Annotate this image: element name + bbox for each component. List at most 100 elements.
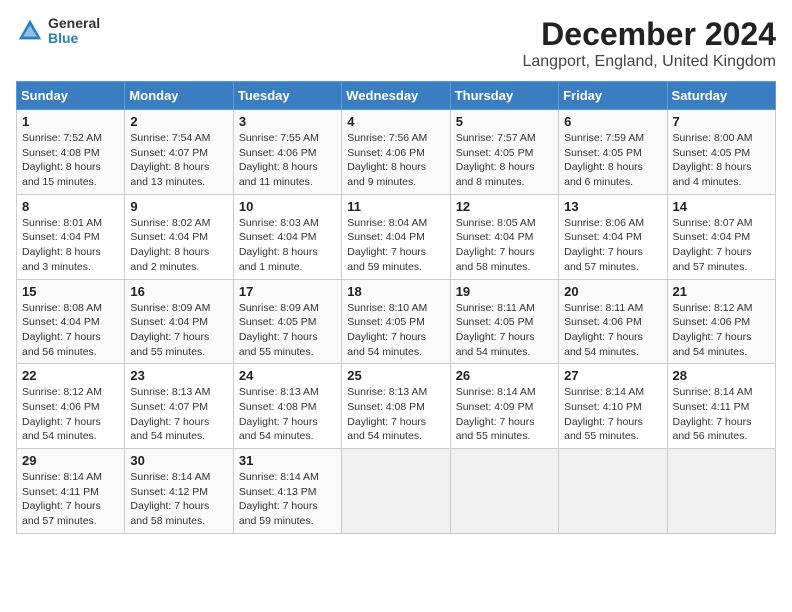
day-info: Sunrise: 8:13 AMSunset: 4:08 PMDaylight:…	[347, 385, 444, 444]
day-info: Sunrise: 7:55 AMSunset: 4:06 PMDaylight:…	[239, 131, 336, 190]
dow-header: Monday	[125, 82, 233, 110]
calendar-cell: 4 Sunrise: 7:56 AMSunset: 4:06 PMDaylight…	[342, 110, 450, 195]
day-info: Sunrise: 8:05 AMSunset: 4:04 PMDaylight:…	[456, 216, 553, 275]
page-subtitle: Langport, England, United Kingdom	[522, 53, 776, 71]
calendar-cell: 11 Sunrise: 8:04 AMSunset: 4:04 PMDayligh…	[342, 194, 450, 279]
day-number: 28	[673, 368, 770, 383]
calendar-week-row: 1 Sunrise: 7:52 AMSunset: 4:08 PMDaylight…	[17, 110, 776, 195]
calendar-cell: 7Sunrise: 8:00 AMSunset: 4:05 PMDaylight…	[667, 110, 775, 195]
title-block: December 2024 Langport, England, United …	[522, 16, 776, 71]
calendar-cell: 19Sunrise: 8:11 AMSunset: 4:05 PMDayligh…	[450, 279, 558, 364]
calendar-cell: 2Sunrise: 7:54 AMSunset: 4:07 PMDaylight…	[125, 110, 233, 195]
calendar-cell: 20 Sunrise: 8:11 AMSunset: 4:06 PMDayligh…	[559, 279, 667, 364]
day-number: 14	[673, 199, 770, 214]
dow-header: Saturday	[667, 82, 775, 110]
calendar-cell: 9 Sunrise: 8:02 AMSunset: 4:04 PMDaylight…	[125, 194, 233, 279]
day-info: Sunrise: 8:01 AMSunset: 4:04 PMDaylight:…	[22, 216, 119, 275]
day-number: 20	[564, 284, 661, 299]
day-info: Sunrise: 8:13 AMSunset: 4:07 PMDaylight:…	[130, 385, 227, 444]
calendar-table: SundayMondayTuesdayWednesdayThursdayFrid…	[16, 81, 776, 534]
day-info: Sunrise: 8:12 AMSunset: 4:06 PMDaylight:…	[673, 301, 770, 360]
day-info: Sunrise: 8:04 AMSunset: 4:04 PMDaylight:…	[347, 216, 444, 275]
logo-line2: Blue	[48, 31, 100, 46]
day-number: 26	[456, 368, 553, 383]
day-info: Sunrise: 8:09 AMSunset: 4:04 PMDaylight:…	[130, 301, 227, 360]
day-info: Sunrise: 7:56 AMSunset: 4:06 PMDaylight:…	[347, 131, 444, 190]
calendar-cell: 6 Sunrise: 7:59 AMSunset: 4:05 PMDaylight…	[559, 110, 667, 195]
day-number: 17	[239, 284, 336, 299]
calendar-cell: 15 Sunrise: 8:08 AMSunset: 4:04 PMDayligh…	[17, 279, 125, 364]
calendar-cell: 29 Sunrise: 8:14 AMSunset: 4:11 PMDayligh…	[17, 449, 125, 534]
calendar-cell: 17 Sunrise: 8:09 AMSunset: 4:05 PMDayligh…	[233, 279, 341, 364]
calendar-cell: 26 Sunrise: 8:14 AMSunset: 4:09 PMDayligh…	[450, 364, 558, 449]
day-info: Sunrise: 8:08 AMSunset: 4:04 PMDaylight:…	[22, 301, 119, 360]
day-number: 13	[564, 199, 661, 214]
dow-header: Thursday	[450, 82, 558, 110]
day-info: Sunrise: 8:11 AMSunset: 4:05 PMDaylight:…	[456, 301, 553, 360]
day-info: Sunrise: 8:11 AMSunset: 4:06 PMDaylight:…	[564, 301, 661, 360]
calendar-cell: 12 Sunrise: 8:05 AMSunset: 4:04 PMDayligh…	[450, 194, 558, 279]
calendar-cell	[450, 449, 558, 534]
day-info: Sunrise: 8:09 AMSunset: 4:05 PMDaylight:…	[239, 301, 336, 360]
day-info: Sunrise: 8:10 AMSunset: 4:05 PMDaylight:…	[347, 301, 444, 360]
calendar-cell: 8Sunrise: 8:01 AMSunset: 4:04 PMDaylight…	[17, 194, 125, 279]
calendar-cell: 3Sunrise: 7:55 AMSunset: 4:06 PMDaylight…	[233, 110, 341, 195]
day-number: 6	[564, 114, 661, 129]
day-number: 27	[564, 368, 661, 383]
calendar-cell: 24 Sunrise: 8:13 AMSunset: 4:08 PMDayligh…	[233, 364, 341, 449]
day-info: Sunrise: 8:14 AMSunset: 4:09 PMDaylight:…	[456, 385, 553, 444]
day-info: Sunrise: 8:14 AMSunset: 4:10 PMDaylight:…	[564, 385, 661, 444]
calendar-cell: 27 Sunrise: 8:14 AMSunset: 4:10 PMDayligh…	[559, 364, 667, 449]
day-info: Sunrise: 8:13 AMSunset: 4:08 PMDaylight:…	[239, 385, 336, 444]
calendar-cell: 1 Sunrise: 7:52 AMSunset: 4:08 PMDaylight…	[17, 110, 125, 195]
day-number: 30	[130, 453, 227, 468]
day-info: Sunrise: 8:14 AMSunset: 4:11 PMDaylight:…	[673, 385, 770, 444]
calendar-cell: 21 Sunrise: 8:12 AMSunset: 4:06 PMDayligh…	[667, 279, 775, 364]
day-info: Sunrise: 8:14 AMSunset: 4:11 PMDaylight:…	[22, 470, 119, 529]
day-number: 18	[347, 284, 444, 299]
logo-text: General Blue	[48, 16, 100, 47]
day-number: 4	[347, 114, 444, 129]
day-info: Sunrise: 8:14 AMSunset: 4:13 PMDaylight:…	[239, 470, 336, 529]
day-info: Sunrise: 8:14 AMSunset: 4:12 PMDaylight:…	[130, 470, 227, 529]
day-info: Sunrise: 8:06 AMSunset: 4:04 PMDaylight:…	[564, 216, 661, 275]
page-title: December 2024	[522, 16, 776, 53]
calendar-cell	[342, 449, 450, 534]
calendar-body: 1 Sunrise: 7:52 AMSunset: 4:08 PMDaylight…	[17, 110, 776, 534]
day-number: 12	[456, 199, 553, 214]
day-number: 7	[673, 114, 770, 129]
calendar-week-row: 8Sunrise: 8:01 AMSunset: 4:04 PMDaylight…	[17, 194, 776, 279]
calendar-cell: 10Sunrise: 8:03 AMSunset: 4:04 PMDayligh…	[233, 194, 341, 279]
calendar-cell: 23Sunrise: 8:13 AMSunset: 4:07 PMDayligh…	[125, 364, 233, 449]
calendar-cell: 25Sunrise: 8:13 AMSunset: 4:08 PMDayligh…	[342, 364, 450, 449]
day-number: 21	[673, 284, 770, 299]
dow-header: Sunday	[17, 82, 125, 110]
dow-header: Friday	[559, 82, 667, 110]
day-number: 5	[456, 114, 553, 129]
day-info: Sunrise: 8:02 AMSunset: 4:04 PMDaylight:…	[130, 216, 227, 275]
day-info: Sunrise: 7:54 AMSunset: 4:07 PMDaylight:…	[130, 131, 227, 190]
dow-header: Tuesday	[233, 82, 341, 110]
page-header: General Blue December 2024 Langport, Eng…	[16, 16, 776, 71]
calendar-cell: 16Sunrise: 8:09 AMSunset: 4:04 PMDayligh…	[125, 279, 233, 364]
calendar-week-row: 15 Sunrise: 8:08 AMSunset: 4:04 PMDayligh…	[17, 279, 776, 364]
day-number: 31	[239, 453, 336, 468]
logo: General Blue	[16, 16, 100, 47]
calendar-cell	[559, 449, 667, 534]
day-info: Sunrise: 7:59 AMSunset: 4:05 PMDaylight:…	[564, 131, 661, 190]
day-number: 15	[22, 284, 119, 299]
day-number: 1	[22, 114, 119, 129]
day-info: Sunrise: 7:52 AMSunset: 4:08 PMDaylight:…	[22, 131, 119, 190]
day-number: 10	[239, 199, 336, 214]
day-number: 29	[22, 453, 119, 468]
calendar-cell	[667, 449, 775, 534]
calendar-cell: 5 Sunrise: 7:57 AMSunset: 4:05 PMDaylight…	[450, 110, 558, 195]
day-info: Sunrise: 8:12 AMSunset: 4:06 PMDaylight:…	[22, 385, 119, 444]
dow-header: Wednesday	[342, 82, 450, 110]
day-number: 24	[239, 368, 336, 383]
day-info: Sunrise: 8:07 AMSunset: 4:04 PMDaylight:…	[673, 216, 770, 275]
calendar-cell: 28 Sunrise: 8:14 AMSunset: 4:11 PMDayligh…	[667, 364, 775, 449]
day-info: Sunrise: 7:57 AMSunset: 4:05 PMDaylight:…	[456, 131, 553, 190]
day-number: 9	[130, 199, 227, 214]
day-number: 11	[347, 199, 444, 214]
